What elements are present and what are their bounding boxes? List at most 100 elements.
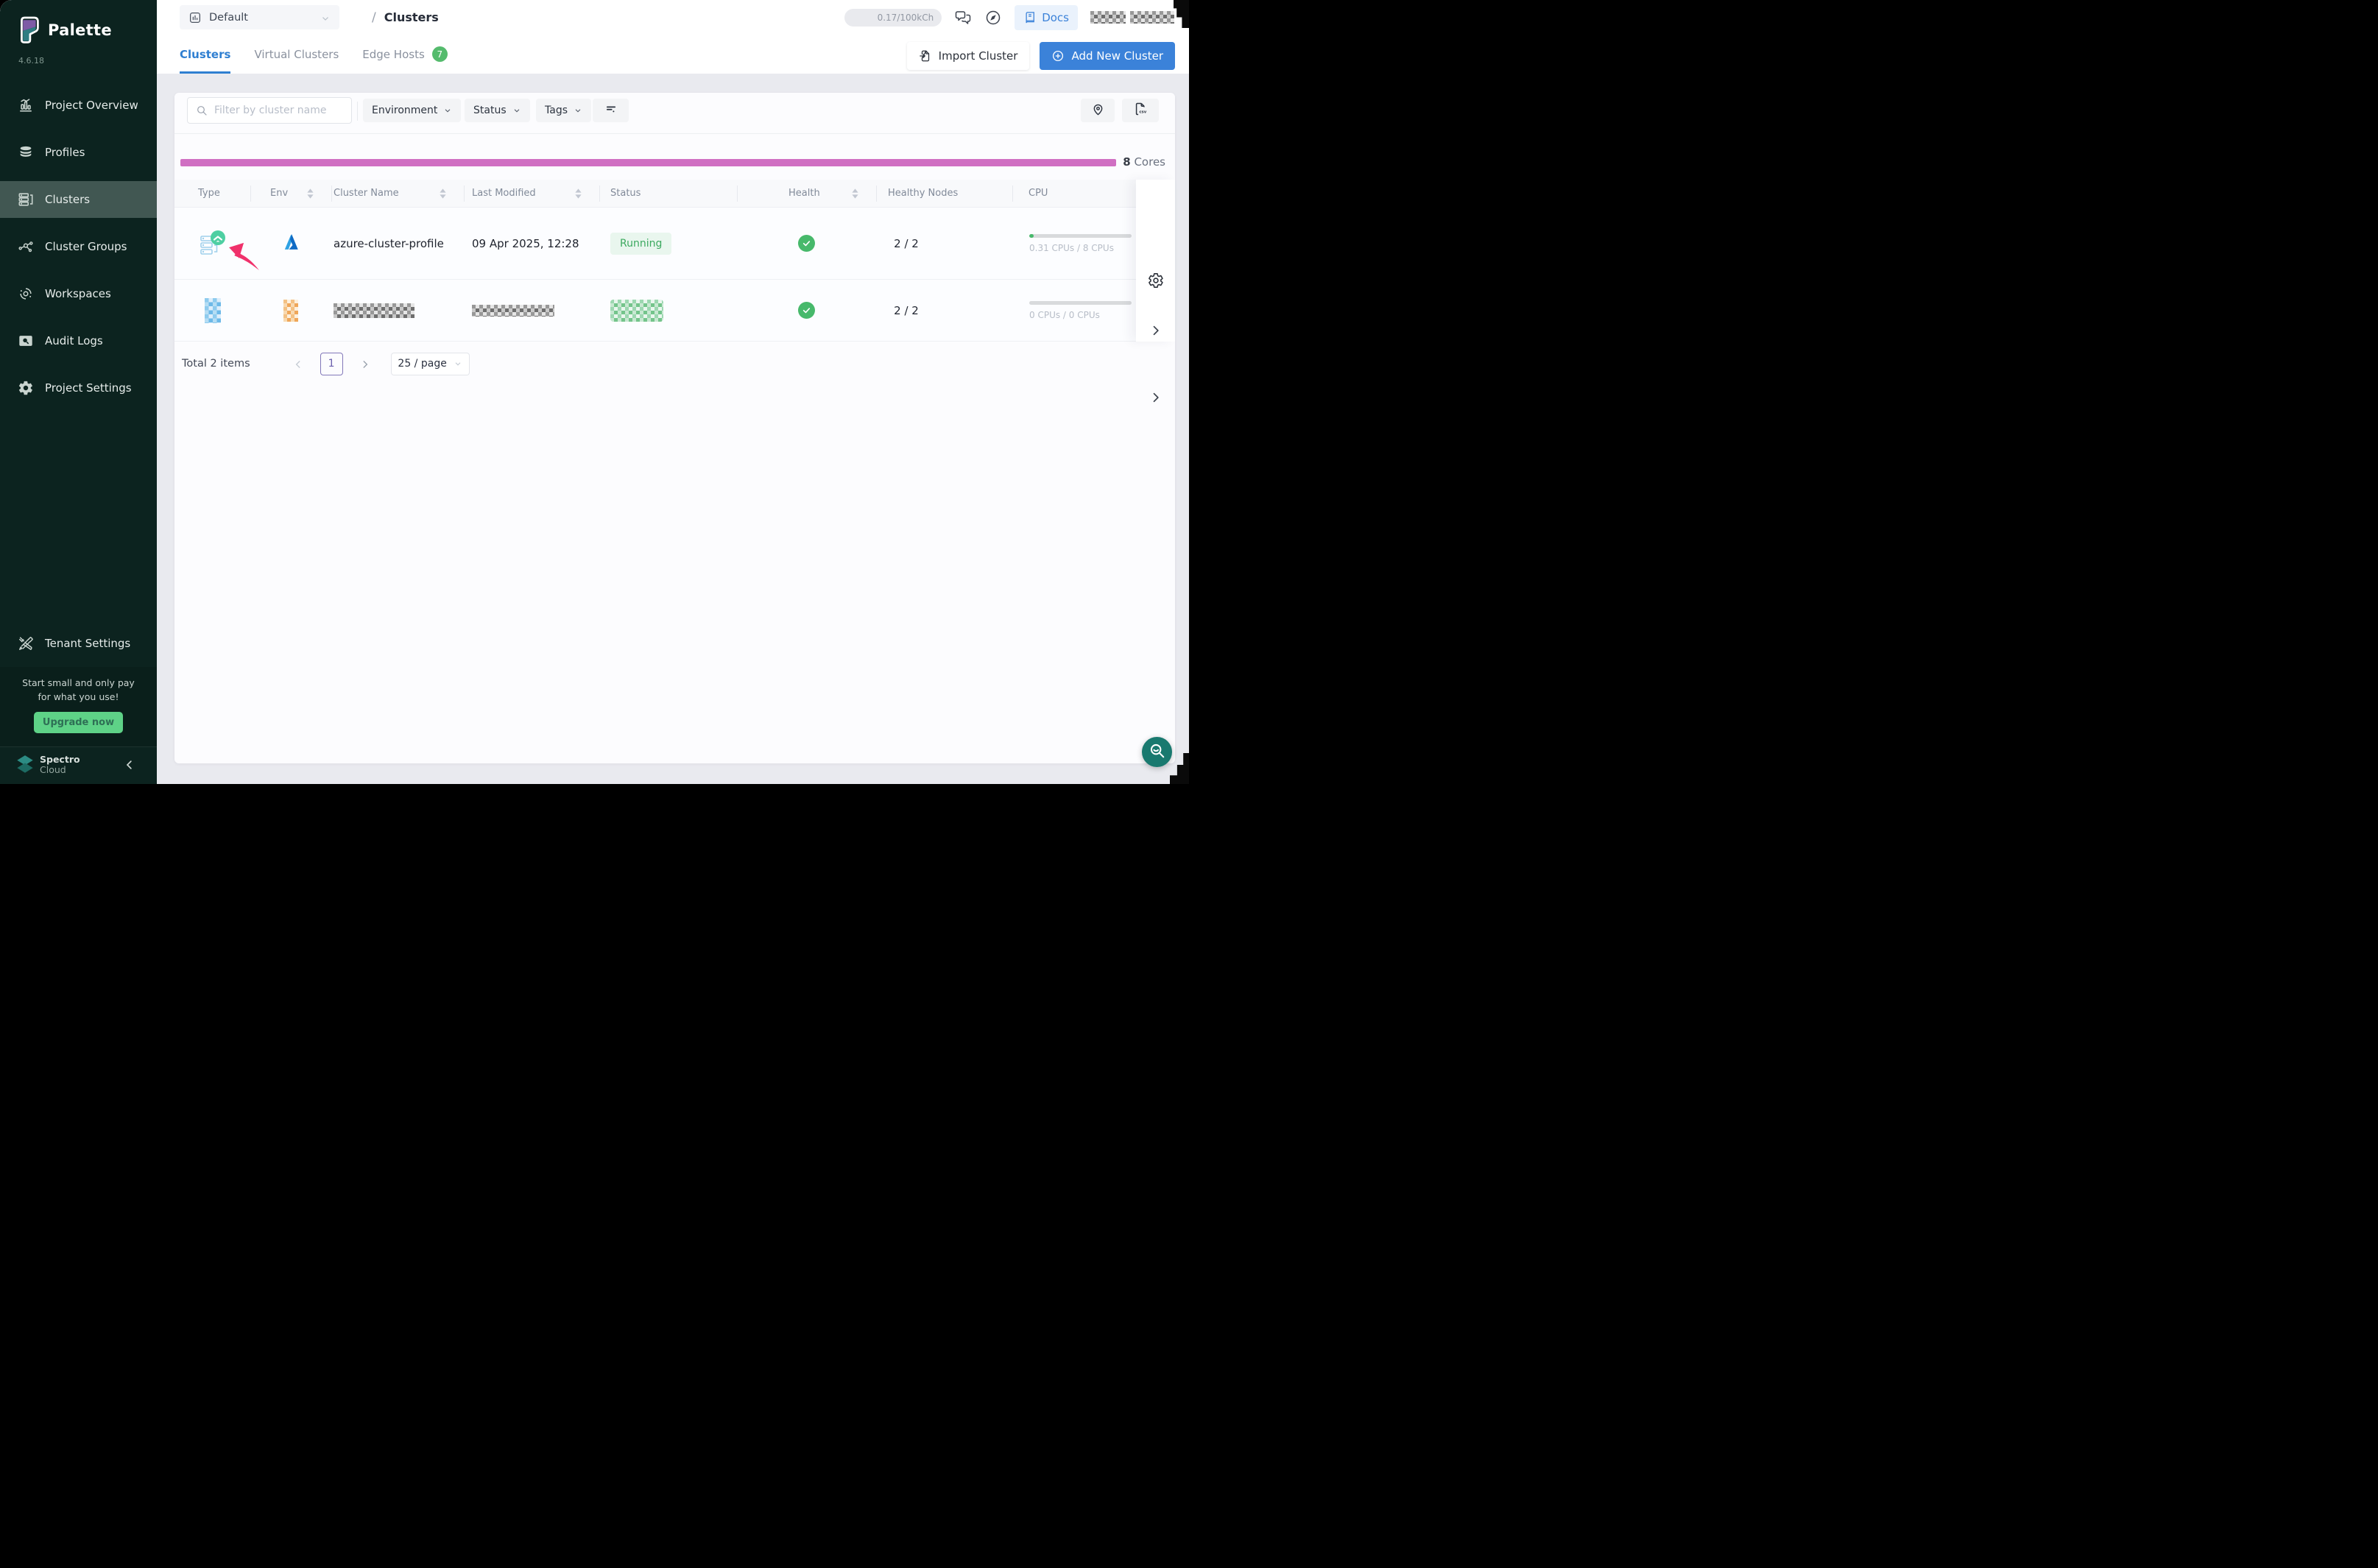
breadcrumb-separator: /	[372, 10, 376, 25]
cpu-cell: 0 CPUs / 0 CPUs	[1012, 280, 1136, 341]
cpu-usage-label: 0.31 CPUs / 8 CPUs	[1029, 243, 1114, 253]
upgrade-now-button[interactable]: Upgrade now	[34, 712, 123, 733]
user-name-redacted	[1090, 11, 1174, 24]
cluster-name-cell[interactable]: azure-cluster-profile	[331, 208, 464, 279]
sort-icon[interactable]	[852, 188, 858, 199]
compass-icon[interactable]	[984, 9, 1002, 27]
table-settings-gear-icon[interactable]	[1148, 272, 1164, 289]
health-check-icon	[798, 302, 815, 319]
cluster-name-cell	[331, 280, 464, 341]
top-bar: Default / Clusters 0.17/100kCh Docs	[157, 0, 1189, 35]
page-number-button[interactable]: 1	[320, 353, 343, 375]
chevron-down-icon	[454, 359, 462, 368]
usage-quota-badge: 0.17/100kCh	[844, 9, 942, 27]
sidebar-item-profiles[interactable]: Profiles	[0, 134, 157, 171]
palette-logo: Palette	[17, 15, 112, 46]
sort-icon[interactable]	[307, 188, 314, 199]
next-page-icon[interactable]	[360, 359, 370, 369]
support-search-fab[interactable]	[1142, 737, 1172, 767]
sidebar-item-workspaces[interactable]: Workspaces	[0, 275, 157, 312]
sidebar-item-label: Project Settings	[45, 381, 132, 395]
cluster-type-cell	[174, 208, 250, 279]
breadcrumb: Clusters	[384, 10, 439, 24]
table-action-column	[1136, 180, 1175, 342]
svg-text:csv: csv	[1139, 110, 1146, 114]
column-header-cluster-name: Cluster Name	[331, 180, 464, 207]
app-window: Palette 4.6.18 Project Overview Profiles	[0, 0, 1189, 784]
import-icon	[919, 49, 932, 63]
tools-icon	[18, 635, 34, 651]
column-header-health: Health	[737, 180, 876, 207]
import-cluster-label: Import Cluster	[939, 49, 1018, 63]
bar-chart-icon	[18, 97, 34, 113]
divider	[357, 102, 358, 121]
sidebar-item-label: Audit Logs	[45, 334, 103, 347]
sidebar-item-label: Tenant Settings	[45, 637, 130, 650]
sidebar-item-audit-logs[interactable]: Audit Logs	[0, 322, 157, 359]
upgrade-promo: Start small and only payfor what you use…	[0, 667, 157, 746]
column-header-type: Type	[174, 180, 250, 207]
last-modified-cell	[464, 280, 599, 341]
row-expand-chevron-icon[interactable]	[1149, 325, 1162, 337]
docs-button[interactable]: Docs	[1015, 5, 1078, 30]
search-input[interactable]	[214, 105, 343, 116]
redacted-env-icon	[283, 300, 298, 322]
cluster-row-azure[interactable]: azure-cluster-profile 09 Apr 2025, 12:28…	[174, 208, 1136, 280]
sidebar-item-cluster-groups[interactable]: Cluster Groups	[0, 228, 157, 265]
health-cell	[737, 280, 876, 341]
redacted-text-block	[1130, 11, 1174, 24]
spectro-cloud-logo-icon	[15, 754, 35, 776]
tab-virtual-clusters[interactable]: Virtual Clusters	[254, 35, 339, 74]
row-expand-chevron-icon[interactable]	[1149, 392, 1162, 404]
previous-page-icon[interactable]	[293, 359, 303, 369]
spectro-cloud-brand: Spectro Cloud	[15, 754, 80, 776]
column-header-healthy-nodes: Healthy Nodes	[876, 180, 1012, 207]
cluster-type-icon	[200, 230, 226, 258]
import-cluster-button[interactable]: Import Cluster	[907, 42, 1030, 70]
sidebar-item-project-overview[interactable]: Project Overview	[0, 87, 157, 124]
logo-text: Palette	[48, 21, 112, 39]
chevron-down-icon	[512, 106, 521, 115]
sidebar-item-clusters[interactable]: Clusters	[0, 181, 157, 218]
tags-filter-dropdown[interactable]: Tags	[536, 99, 591, 122]
orbit-icon	[18, 286, 34, 302]
cores-usage-label: 8 Cores	[1123, 155, 1165, 169]
gear-icon	[18, 380, 34, 396]
chevron-down-icon	[574, 106, 582, 115]
location-pin-icon	[1091, 102, 1105, 119]
cluster-row-redacted[interactable]: 2 / 2 0 CPUs / 0 CPUs	[174, 280, 1136, 342]
tab-edge-hosts[interactable]: Edge Hosts 7	[362, 35, 448, 74]
brand-line1: Spectro	[40, 755, 80, 765]
sidebar-item-project-settings[interactable]: Project Settings	[0, 370, 157, 406]
status-badge: Running	[610, 233, 671, 255]
last-modified-cell: 09 Apr 2025, 12:28	[464, 208, 599, 279]
map-view-button[interactable]	[1081, 99, 1115, 122]
project-icon	[188, 11, 202, 24]
status-filter-dropdown[interactable]: Status	[465, 99, 530, 122]
sidebar-item-tenant-settings[interactable]: Tenant Settings	[0, 625, 157, 662]
cores-usage-bar	[180, 159, 1116, 166]
project-selector-value: Default	[209, 12, 313, 24]
redacted-text-block	[1090, 11, 1126, 24]
page-size-select[interactable]: 25 / page	[391, 353, 470, 375]
promo-text: Start small and only payfor what you use…	[0, 667, 157, 704]
sort-icon[interactable]	[440, 188, 446, 199]
sidebar-item-label: Cluster Groups	[45, 240, 127, 253]
tags-filter-label: Tags	[545, 105, 568, 116]
more-filters-button[interactable]	[593, 99, 629, 122]
environment-filter-dropdown[interactable]: Environment	[363, 99, 461, 122]
project-selector[interactable]: Default	[180, 5, 339, 29]
column-header-env: Env	[250, 180, 331, 207]
sidebar-item-label: Workspaces	[45, 287, 111, 300]
collapse-sidebar-icon[interactable]	[123, 758, 136, 771]
divider	[174, 133, 1175, 134]
layers-icon	[18, 144, 34, 160]
healthy-nodes-cell: 2 / 2	[876, 208, 1012, 279]
tab-clusters[interactable]: Clusters	[180, 35, 230, 74]
export-csv-button[interactable]: csv	[1122, 99, 1159, 122]
sidebar-footer: Spectro Cloud	[0, 746, 157, 784]
add-new-cluster-button[interactable]: Add New Cluster	[1040, 42, 1175, 70]
chat-icon[interactable]	[954, 9, 972, 27]
sort-icon[interactable]	[575, 188, 582, 199]
sidebar-item-label: Profiles	[45, 146, 85, 159]
